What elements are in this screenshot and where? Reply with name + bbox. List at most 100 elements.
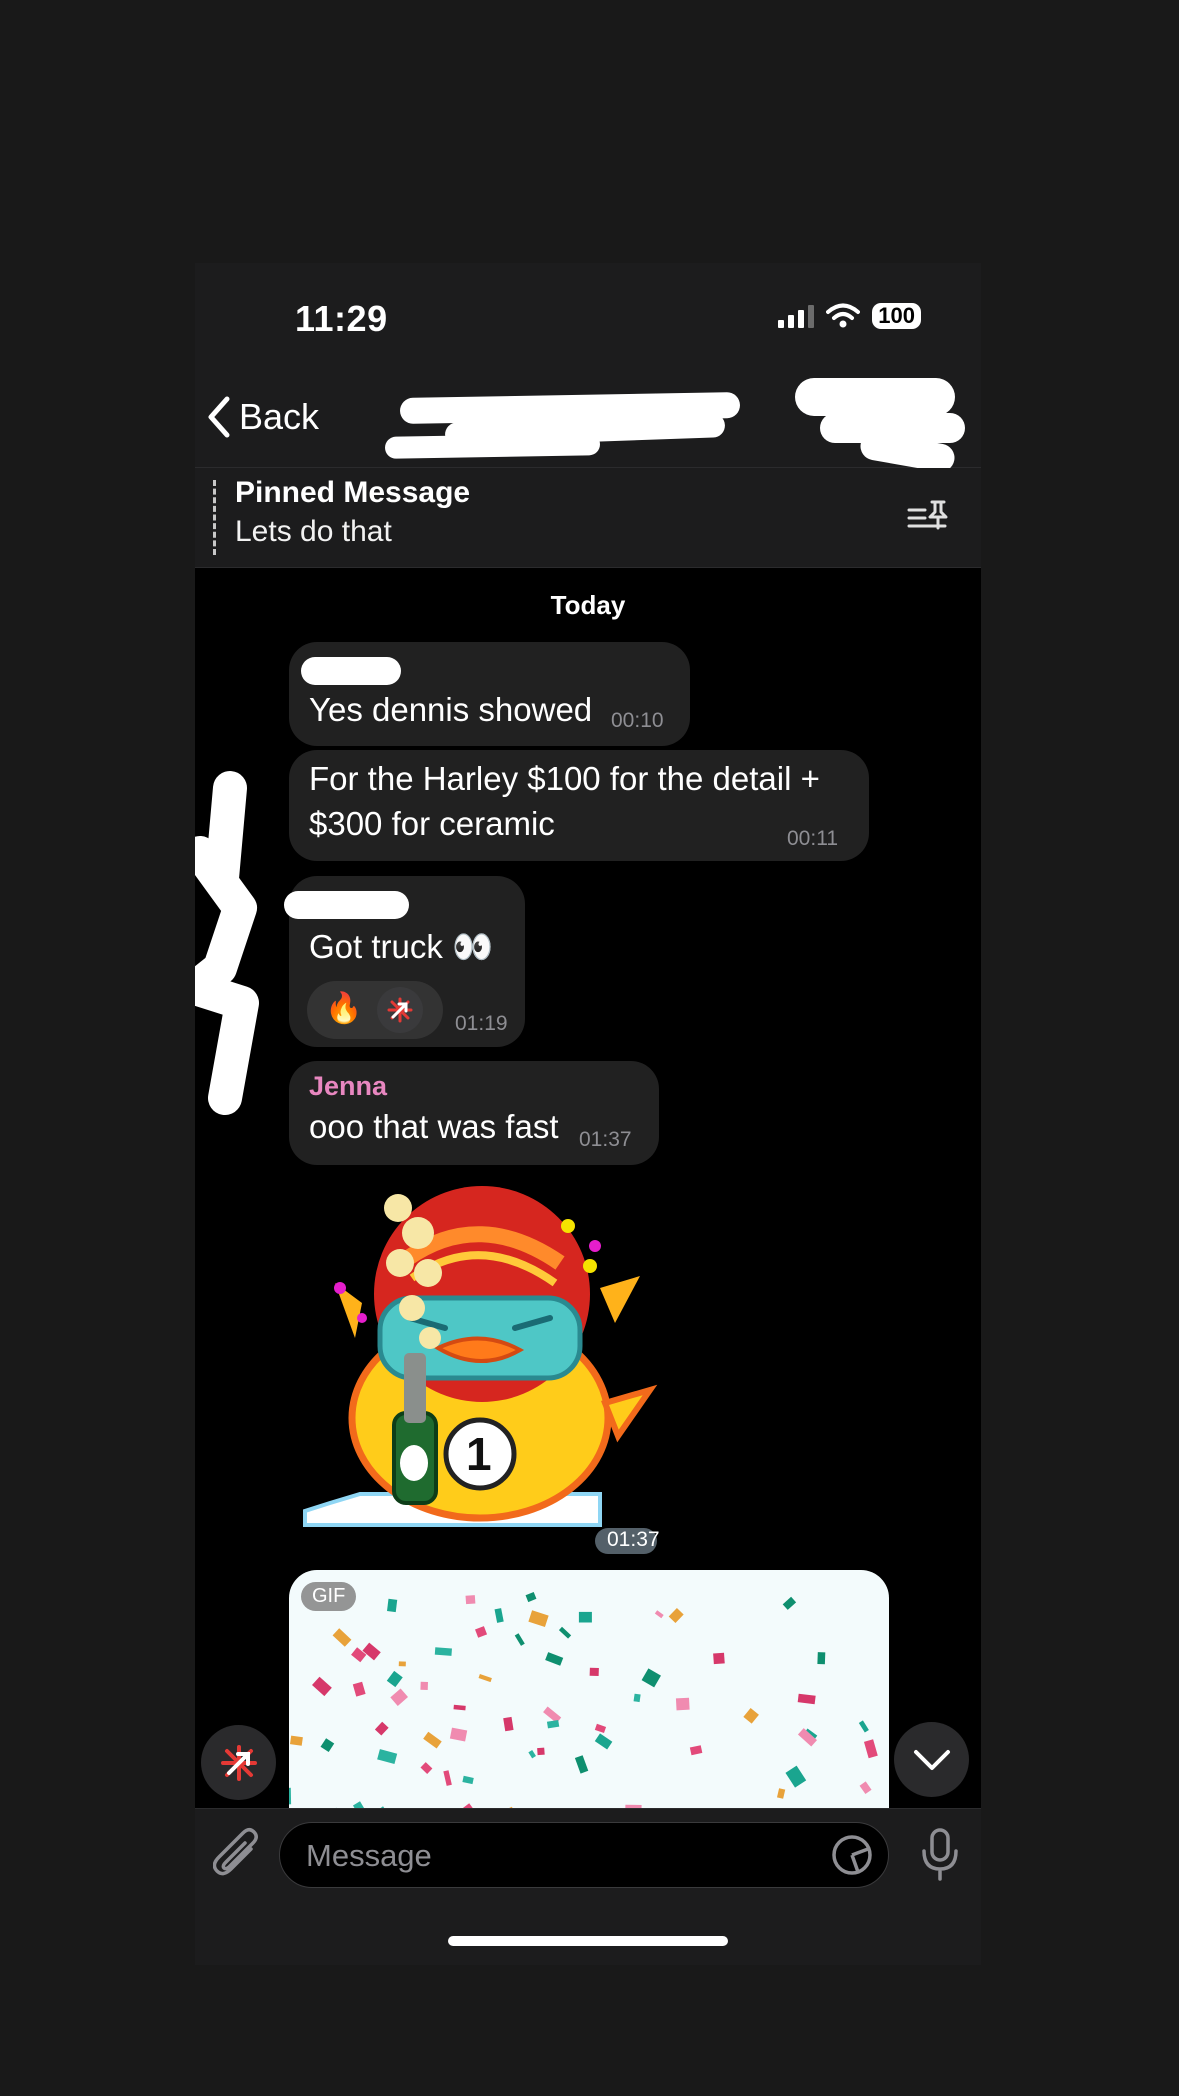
confetti-piece	[675, 1697, 690, 1711]
confetti-piece	[578, 1611, 592, 1623]
starburst-icon	[220, 1744, 257, 1781]
pinned-message-bar[interactable]: Pinned Message Lets do that	[195, 468, 981, 568]
sticker-icon[interactable]	[830, 1833, 874, 1877]
redaction-scribble	[195, 771, 259, 1115]
reaction-jump-button[interactable]	[201, 1725, 276, 1800]
confetti-piece	[423, 1731, 442, 1749]
confetti-piece	[465, 1595, 476, 1605]
confetti-piece	[503, 1716, 514, 1732]
confetti-piece	[574, 1755, 589, 1774]
duck-champagne-sticker[interactable]: 1	[300, 1178, 660, 1531]
message-bubble[interactable]: Jenna ooo that was fast 01:37	[289, 1061, 659, 1165]
confetti-piece	[558, 1626, 572, 1639]
scroll-to-bottom-button[interactable]	[894, 1722, 969, 1797]
message-bubble[interactable]: Got truck 👀 🔥 01:19	[284, 876, 525, 1047]
confetti-piece	[390, 1688, 409, 1706]
message-input-bar	[195, 1808, 981, 1965]
confetti-piece	[528, 1750, 536, 1759]
confetti-piece	[782, 1596, 797, 1610]
confetti-piece	[453, 1704, 466, 1711]
pinned-indicator	[213, 480, 219, 555]
confetti-piece	[462, 1775, 474, 1785]
gif-badge: GIF	[301, 1582, 357, 1611]
confetti-piece	[374, 1721, 389, 1736]
confetti-piece	[289, 1787, 292, 1805]
confetti-piece	[312, 1676, 332, 1697]
message-bubble[interactable]: Yes dennis showed 00:10	[289, 642, 690, 746]
cellular-signal-icon	[778, 304, 815, 328]
confetti-piece	[797, 1693, 816, 1705]
confetti-piece	[859, 1781, 872, 1795]
redaction-scribble	[284, 891, 409, 919]
confetti-piece	[377, 1749, 398, 1764]
confetti-piece	[434, 1647, 452, 1656]
message-time: 01:37	[579, 1128, 632, 1151]
message-text: For the Harley $100 for the detail + $30…	[309, 756, 820, 846]
confetti-gif	[289, 1592, 878, 1830]
confetti-piece	[863, 1739, 878, 1759]
confetti-piece	[776, 1788, 786, 1799]
back-label: Back	[239, 396, 320, 437]
message-input[interactable]	[304, 1823, 808, 1889]
pinned-title: Pinned Message	[235, 476, 471, 509]
message-time: 00:11	[787, 827, 838, 850]
back-button[interactable]: Back	[205, 395, 319, 439]
status-time: 11:29	[295, 298, 388, 339]
reaction-pill[interactable]: 🔥	[307, 981, 443, 1039]
confetti-piece	[525, 1592, 537, 1603]
message-bubble[interactable]: For the Harley $100 for the detail + $30…	[289, 750, 869, 861]
confetti-piece	[689, 1745, 703, 1756]
fire-reaction-icon: 🔥	[325, 992, 363, 1025]
redaction-scribble	[384, 433, 601, 459]
confetti-piece	[352, 1681, 366, 1697]
confetti-piece	[514, 1633, 525, 1646]
confetti-piece	[641, 1668, 661, 1688]
confetti-piece	[858, 1720, 869, 1733]
message-text: Got truck 👀	[309, 928, 494, 965]
attachment-icon[interactable]	[213, 1827, 263, 1883]
confetti-piece	[543, 1706, 562, 1724]
confetti-piece	[528, 1610, 549, 1627]
confetti-piece	[443, 1770, 452, 1786]
microphone-icon[interactable]	[920, 1827, 960, 1881]
confetti-piece	[386, 1670, 403, 1688]
message-text: Yes dennis showed	[309, 691, 593, 728]
confetti-piece	[785, 1765, 807, 1788]
confetti-piece	[537, 1747, 545, 1756]
confetti-piece	[545, 1652, 564, 1666]
chevron-left-icon	[208, 396, 230, 438]
confetti-piece	[398, 1661, 406, 1667]
confetti-piece	[320, 1738, 335, 1753]
message-time: 00:10	[611, 709, 664, 732]
battery-icon: 100	[872, 303, 921, 329]
message-line: For the Harley $100 for the detail +	[309, 760, 820, 797]
message-time: 01:19	[455, 1012, 508, 1035]
confetti-piece	[589, 1667, 599, 1677]
redaction-scribble	[795, 378, 955, 416]
pinned-text: Lets do that	[235, 515, 392, 548]
message-field	[279, 1822, 889, 1889]
redaction-scribble	[301, 657, 401, 685]
sticker-time: 01:37	[607, 1528, 660, 1551]
reactor-avatar	[377, 987, 423, 1033]
status-bar: 11:29 100	[195, 263, 981, 373]
confetti-piece	[475, 1626, 488, 1638]
svg-text:1: 1	[466, 1428, 492, 1480]
gif-message[interactable]: GIF	[289, 1570, 889, 1830]
status-icons: 100	[778, 303, 921, 329]
starburst-icon	[387, 997, 413, 1023]
confetti-piece	[387, 1598, 398, 1613]
confetti-piece	[494, 1608, 504, 1623]
phone-screen: 11:29 100 Back rs	[195, 263, 981, 1965]
confetti-piece	[449, 1727, 468, 1742]
confetti-piece	[743, 1708, 759, 1724]
screenshot-background: { "status_bar": { "time": "11:29", "batt…	[0, 0, 1179, 2096]
confetti-piece	[290, 1735, 303, 1746]
date-separator: Today	[550, 590, 626, 620]
confetti-piece	[594, 1723, 607, 1734]
confetti-piece	[362, 1642, 381, 1661]
chat-header: Back rs	[195, 373, 981, 475]
confetti-piece	[478, 1674, 492, 1683]
confetti-piece	[420, 1681, 428, 1690]
pin-list-icon[interactable]	[907, 498, 951, 534]
